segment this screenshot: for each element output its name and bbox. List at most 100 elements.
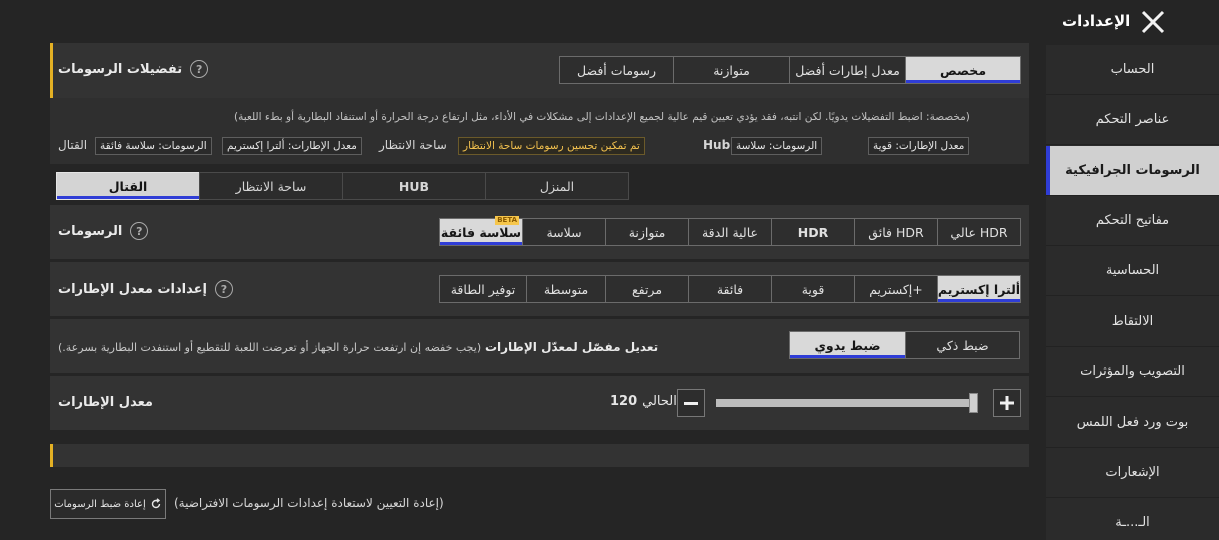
sidebar-item-account[interactable]: الحساب xyxy=(1046,45,1219,95)
graphics-option-smooth[interactable]: سلاسة xyxy=(522,218,606,246)
frame-rate-current-label: الحالي: xyxy=(642,394,681,409)
option-label: ضبط يدوي xyxy=(814,337,881,353)
graphics-option-hd[interactable]: عالية الدقة xyxy=(688,218,772,246)
option-label: عالي HDR xyxy=(950,224,1008,240)
fps-option-strong[interactable]: قوية xyxy=(771,275,855,303)
adaptive-note: (يجب خفضه إن ارتفعت حرارة الجهاز أو تعرض… xyxy=(58,341,482,354)
increase-button[interactable] xyxy=(993,389,1021,417)
reset-graphics-button[interactable]: إعادة ضبط الرسومات xyxy=(50,489,166,519)
preferences-selector: رسومات أفضل متوازنة معدل إطارات أفضل مخص… xyxy=(559,56,1021,84)
sidebar-item-label: عناصر التحكم xyxy=(1095,112,1170,127)
option-label: فائق HDR xyxy=(868,224,924,240)
pref-option-custom[interactable]: مخصص xyxy=(905,56,1021,84)
battle-label: القتال xyxy=(58,138,88,152)
option-label: سلاسة xyxy=(546,224,582,240)
lobby-enhance-note: تم تمكين تحسين رسومات ساحة الانتظار xyxy=(458,137,645,155)
sidebar-item-controls[interactable]: عناصر التحكم xyxy=(1046,95,1219,145)
battle-graphics-tag: الرسومات: سلاسة فائقة xyxy=(95,137,212,155)
fps-option-extreme-plus[interactable]: إكستريم+ xyxy=(854,275,938,303)
sidebar-item-graphics[interactable]: الرسومات الجرافيكية xyxy=(1046,146,1219,196)
help-icon[interactable]: ? xyxy=(190,60,209,78)
hub-label: Hub xyxy=(703,138,731,152)
graphics-option-ultra-hdr[interactable]: فائق HDR xyxy=(854,218,938,246)
fps-option-ultra-extreme[interactable]: ألترا إكستريم xyxy=(937,275,1021,303)
adaptive-option-smart[interactable]: ضبط ذكي xyxy=(905,331,1020,359)
tab-battle[interactable]: القتال xyxy=(56,172,200,200)
plus-icon xyxy=(1000,396,1014,410)
tab-hub[interactable]: HUB xyxy=(342,172,486,200)
close-button[interactable] xyxy=(1137,6,1169,38)
slider-handle[interactable] xyxy=(968,393,978,413)
beta-badge: BETA xyxy=(495,216,519,225)
pref-option-balanced[interactable]: متوازنة xyxy=(673,56,790,84)
sidebar-item-haptics[interactable]: بوت ورد فعل اللمس xyxy=(1046,398,1219,448)
option-label: قوية xyxy=(801,281,825,297)
battle-fps-tag: معدل الإطارات: ألترا إكستريم xyxy=(222,137,362,155)
graphics-title-row: الرسومات ? xyxy=(58,222,149,240)
frame-rate-slider[interactable] xyxy=(716,399,978,407)
sidebar-item-label: الرسومات الجرافيكية xyxy=(1065,163,1200,178)
preferences-description: (مخصصة: اضبط التفضيلات يدويًا. لكن انتبه… xyxy=(234,111,970,123)
option-label: متوازنة xyxy=(713,62,750,78)
option-label: متوازنة xyxy=(628,224,666,240)
option-label: ألترا إكستريم xyxy=(937,281,1021,297)
fps-option-ultra[interactable]: فائقة xyxy=(688,275,772,303)
sidebar-item-label: التصويب والمؤثرات xyxy=(1080,364,1185,379)
sidebar-item-label: مفاتيح التحكم xyxy=(1095,213,1170,228)
fps-option-high[interactable]: مرتفع xyxy=(605,275,689,303)
graphics-option-hdr[interactable]: HDR xyxy=(771,218,855,246)
sidebar-item-notifications[interactable]: الإشعارات xyxy=(1046,448,1219,498)
frame-rate-title: معدل الإطارات xyxy=(58,395,153,410)
graphics-title: الرسومات xyxy=(58,223,123,239)
sidebar-item-label: الالتقاط xyxy=(1111,314,1154,329)
graphics-option-balanced[interactable]: متوازنة xyxy=(605,218,689,246)
option-label: HDR xyxy=(797,224,829,240)
graphics-option-ultra-smooth[interactable]: سلاسة فائقة BETA xyxy=(439,216,523,246)
sidebar-item-label: الحساب xyxy=(1110,62,1155,77)
adaptive-title: تعديل مفصّل لمعدّل الإطارات xyxy=(484,340,659,354)
option-label: ضبط ذكي xyxy=(936,337,989,353)
tab-label: القتال xyxy=(108,178,148,194)
reset-icon xyxy=(151,498,160,509)
sidebar-item-label: بوت ورد فعل اللمس xyxy=(1076,415,1189,430)
fps-title-row: إعدادات معدل الإطارات ? xyxy=(58,280,233,298)
sidebar-item-control-keys[interactable]: مفاتيح التحكم xyxy=(1046,196,1219,246)
tab-label: HUB xyxy=(398,178,430,194)
fps-option-power-saving[interactable]: توفير الطاقة xyxy=(439,275,527,303)
sidebar-item-pickup[interactable]: الالتقاط xyxy=(1046,297,1219,347)
tab-home[interactable]: المنزل xyxy=(485,172,629,200)
mode-tabs: القتال ساحة الانتظار HUB المنزل xyxy=(56,172,1029,200)
option-label: مخصص xyxy=(939,62,987,78)
page-title: الإعدادات xyxy=(1062,12,1131,30)
hub-graphics-tag: الرسومات: سلاسة xyxy=(731,137,823,155)
sidebar-item-aim-effects[interactable]: التصويب والمؤثرات xyxy=(1046,347,1219,397)
sidebar-item-sensitivity[interactable]: الحساسية xyxy=(1046,246,1219,296)
reset-button-label: إعادة ضبط الرسومات xyxy=(54,498,146,510)
fps-option-medium[interactable]: متوسطة xyxy=(526,275,606,303)
adaptive-option-manual[interactable]: ضبط يدوي xyxy=(789,331,906,359)
help-icon[interactable]: ? xyxy=(215,280,233,298)
frame-rate-readout: 120 الحالي: xyxy=(610,394,681,409)
option-label: سلاسة فائقة xyxy=(440,224,522,240)
minus-icon xyxy=(684,401,698,405)
frame-rate-value: 120 xyxy=(610,394,638,409)
option-label: معدل إطارات أفضل xyxy=(795,62,900,78)
adaptive-selector: ضبط يدوي ضبط ذكي xyxy=(789,331,1020,359)
option-label: إكستريم+ xyxy=(869,281,923,297)
pref-option-better-fps[interactable]: معدل إطارات أفضل xyxy=(789,56,906,84)
option-label: عالية الدقة xyxy=(701,224,759,240)
preferences-title-row: تفضيلات الرسومات ? xyxy=(58,60,209,78)
next-section-header xyxy=(50,444,1029,467)
graphics-option-high-hdr[interactable]: عالي HDR xyxy=(937,218,1021,246)
adaptive-text: تعديل مفصّل لمعدّل الإطارات (يجب خفضه إن… xyxy=(58,340,658,354)
sidebar-item-more[interactable]: الـ...ـة xyxy=(1046,498,1219,540)
option-label: مرتفع xyxy=(631,281,663,297)
tab-lobby[interactable]: ساحة الانتظار xyxy=(199,172,343,200)
tab-label: المنزل xyxy=(539,178,575,194)
help-icon[interactable]: ? xyxy=(130,222,149,240)
sidebar-item-label: الحساسية xyxy=(1105,263,1160,278)
tab-label: ساحة الانتظار xyxy=(235,178,307,194)
decrease-button[interactable] xyxy=(677,389,705,417)
pref-option-better-graphics[interactable]: رسومات أفضل xyxy=(559,56,674,84)
hub-fps-tag: معدل الإطارات: قوية xyxy=(868,137,970,155)
